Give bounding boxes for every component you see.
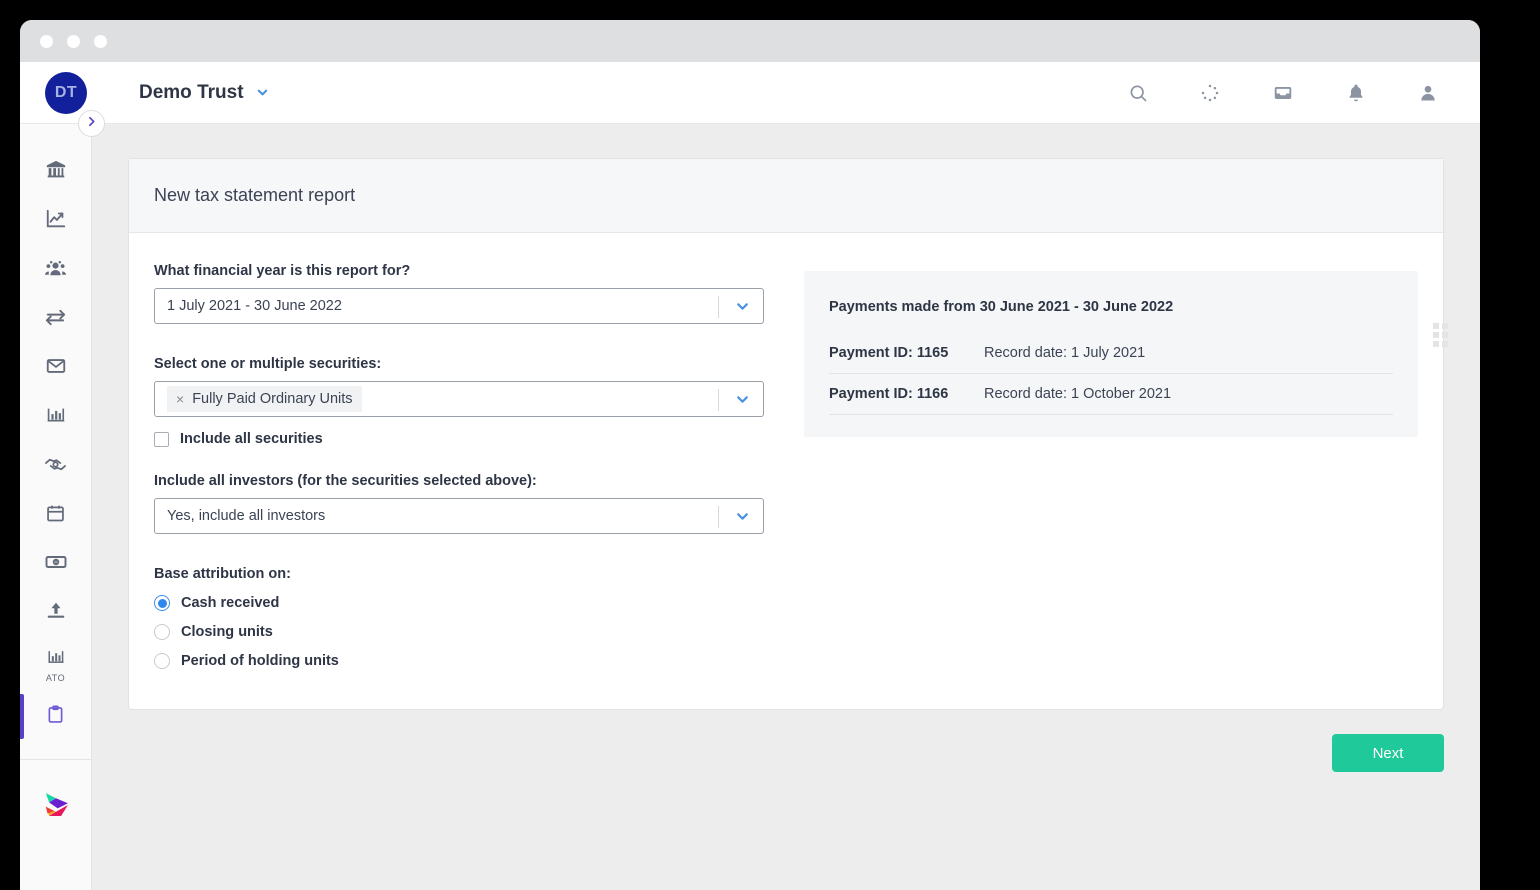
sidebar-item-ato[interactable]: ATO bbox=[20, 638, 92, 692]
drag-grip-icon[interactable] bbox=[1433, 323, 1448, 347]
clipboard-icon bbox=[45, 704, 66, 730]
radio-cash-received-label: Cash received bbox=[181, 595, 279, 611]
search-icon[interactable] bbox=[1128, 83, 1148, 103]
banknote-icon bbox=[44, 550, 68, 579]
chevron-down-icon[interactable] bbox=[734, 499, 751, 533]
play-logo-icon[interactable] bbox=[39, 788, 73, 822]
sidebar-item-upload[interactable] bbox=[20, 589, 92, 638]
window-minimize-dot[interactable] bbox=[67, 35, 80, 48]
window-close-dot[interactable] bbox=[40, 35, 53, 48]
radio-period-of-holding-units[interactable]: Period of holding units bbox=[154, 653, 764, 669]
radio-closing-units-label: Closing units bbox=[181, 624, 273, 640]
sidebar-item-transfers[interactable] bbox=[20, 295, 92, 344]
avatar: DT bbox=[45, 72, 87, 114]
sidebar-item-calendar[interactable] bbox=[20, 491, 92, 540]
payment-id: Payment ID: 1166 bbox=[829, 386, 984, 402]
sidebar-divider bbox=[20, 759, 92, 760]
financial-year-label: What financial year is this report for? bbox=[154, 263, 764, 279]
payment-record-date: Record date: 1 October 2021 bbox=[984, 386, 1171, 402]
chevron-down-icon[interactable] bbox=[734, 382, 751, 416]
include-all-securities-label: Include all securities bbox=[180, 431, 323, 447]
sidebar-collapse-toggle[interactable] bbox=[78, 110, 105, 137]
sidebar-item-reports[interactable] bbox=[20, 393, 92, 442]
notifications-bell-icon[interactable] bbox=[1346, 83, 1366, 103]
bank-icon bbox=[45, 159, 67, 186]
upload-icon bbox=[45, 600, 67, 627]
org-name[interactable]: Demo Trust bbox=[139, 82, 244, 104]
handshake-icon bbox=[44, 453, 67, 481]
attribution-label: Base attribution on: bbox=[154, 566, 764, 582]
sidebar-item-deals[interactable] bbox=[20, 442, 92, 491]
sidebar-item-entities[interactable] bbox=[20, 148, 92, 197]
select-divider bbox=[718, 389, 719, 411]
browser-chrome-bar bbox=[20, 20, 1480, 62]
window-maximize-dot[interactable] bbox=[94, 35, 107, 48]
checkbox-box-icon bbox=[154, 432, 169, 447]
card-footer: Next bbox=[128, 710, 1444, 772]
report-form: What financial year is this report for? … bbox=[154, 263, 764, 669]
investors-select[interactable]: Yes, include all investors bbox=[154, 498, 764, 534]
radio-cash-received[interactable]: Cash received bbox=[154, 595, 764, 611]
financial-year-value: 1 July 2021 - 30 June 2022 bbox=[167, 298, 342, 314]
radio-button-icon bbox=[154, 653, 170, 669]
close-x-icon[interactable]: × bbox=[176, 392, 184, 406]
radio-button-icon bbox=[154, 595, 170, 611]
radio-period-of-holding-label: Period of holding units bbox=[181, 653, 339, 669]
chevron-down-icon[interactable] bbox=[255, 85, 270, 100]
browser-window: DT Demo Trust bbox=[20, 20, 1480, 890]
bar-chart-icon bbox=[45, 404, 67, 431]
payments-panel-title: Payments made from 30 June 2021 - 30 Jun… bbox=[829, 299, 1393, 315]
table-row: Payment ID: 1165 Record date: 1 July 202… bbox=[829, 333, 1393, 374]
inbox-icon[interactable] bbox=[1272, 82, 1294, 104]
table-row: Payment ID: 1166 Record date: 1 October … bbox=[829, 374, 1393, 415]
envelope-icon bbox=[45, 355, 67, 382]
sidebar-item-investors[interactable] bbox=[20, 246, 92, 295]
payments-side-column: Payments made from 30 June 2021 - 30 Jun… bbox=[804, 263, 1418, 669]
sidebar-item-mail[interactable] bbox=[20, 344, 92, 393]
investors-value: Yes, include all investors bbox=[167, 508, 325, 524]
next-button[interactable]: Next bbox=[1332, 734, 1444, 772]
transfer-arrows-icon bbox=[44, 306, 67, 334]
include-all-securities-checkbox[interactable]: Include all securities bbox=[154, 431, 764, 447]
investors-label: Include all investors (for the securitie… bbox=[154, 473, 764, 489]
header-icon-group bbox=[1128, 82, 1438, 104]
app-header: DT Demo Trust bbox=[20, 62, 1480, 124]
security-tag-label: Fully Paid Ordinary Units bbox=[192, 391, 352, 407]
radio-closing-units[interactable]: Closing units bbox=[154, 624, 764, 640]
sidebar-item-tax-statements[interactable] bbox=[20, 692, 92, 741]
calendar-icon bbox=[45, 503, 66, 529]
securities-label: Select one or multiple securities: bbox=[154, 356, 764, 372]
ato-chart-icon bbox=[46, 647, 66, 672]
financial-year-select[interactable]: 1 July 2021 - 30 June 2022 bbox=[154, 288, 764, 324]
security-tag[interactable]: × Fully Paid Ordinary Units bbox=[167, 386, 362, 412]
new-tax-statement-card: New tax statement report What financial … bbox=[128, 158, 1444, 710]
securities-select[interactable]: × Fully Paid Ordinary Units bbox=[154, 381, 764, 417]
chevron-right-icon bbox=[85, 115, 98, 133]
line-chart-icon bbox=[45, 208, 67, 235]
loading-spinner-icon[interactable] bbox=[1200, 83, 1220, 103]
select-divider bbox=[718, 506, 719, 528]
app-body: ATO New tax statement repo bbox=[20, 124, 1480, 890]
sidebar: ATO bbox=[20, 124, 92, 890]
payment-id: Payment ID: 1165 bbox=[829, 345, 984, 361]
chevron-down-icon[interactable] bbox=[734, 289, 751, 323]
sidebar-item-ato-label: ATO bbox=[46, 673, 65, 683]
radio-button-icon bbox=[154, 624, 170, 640]
sidebar-item-performance[interactable] bbox=[20, 197, 92, 246]
user-profile-icon[interactable] bbox=[1418, 83, 1438, 103]
page-title: New tax statement report bbox=[129, 159, 1443, 233]
main-content: New tax statement report What financial … bbox=[92, 124, 1480, 890]
payment-record-date: Record date: 1 July 2021 bbox=[984, 345, 1145, 361]
users-icon bbox=[44, 257, 67, 285]
sidebar-item-payments[interactable] bbox=[20, 540, 92, 589]
payments-panel: Payments made from 30 June 2021 - 30 Jun… bbox=[804, 271, 1418, 437]
select-divider bbox=[718, 296, 719, 318]
